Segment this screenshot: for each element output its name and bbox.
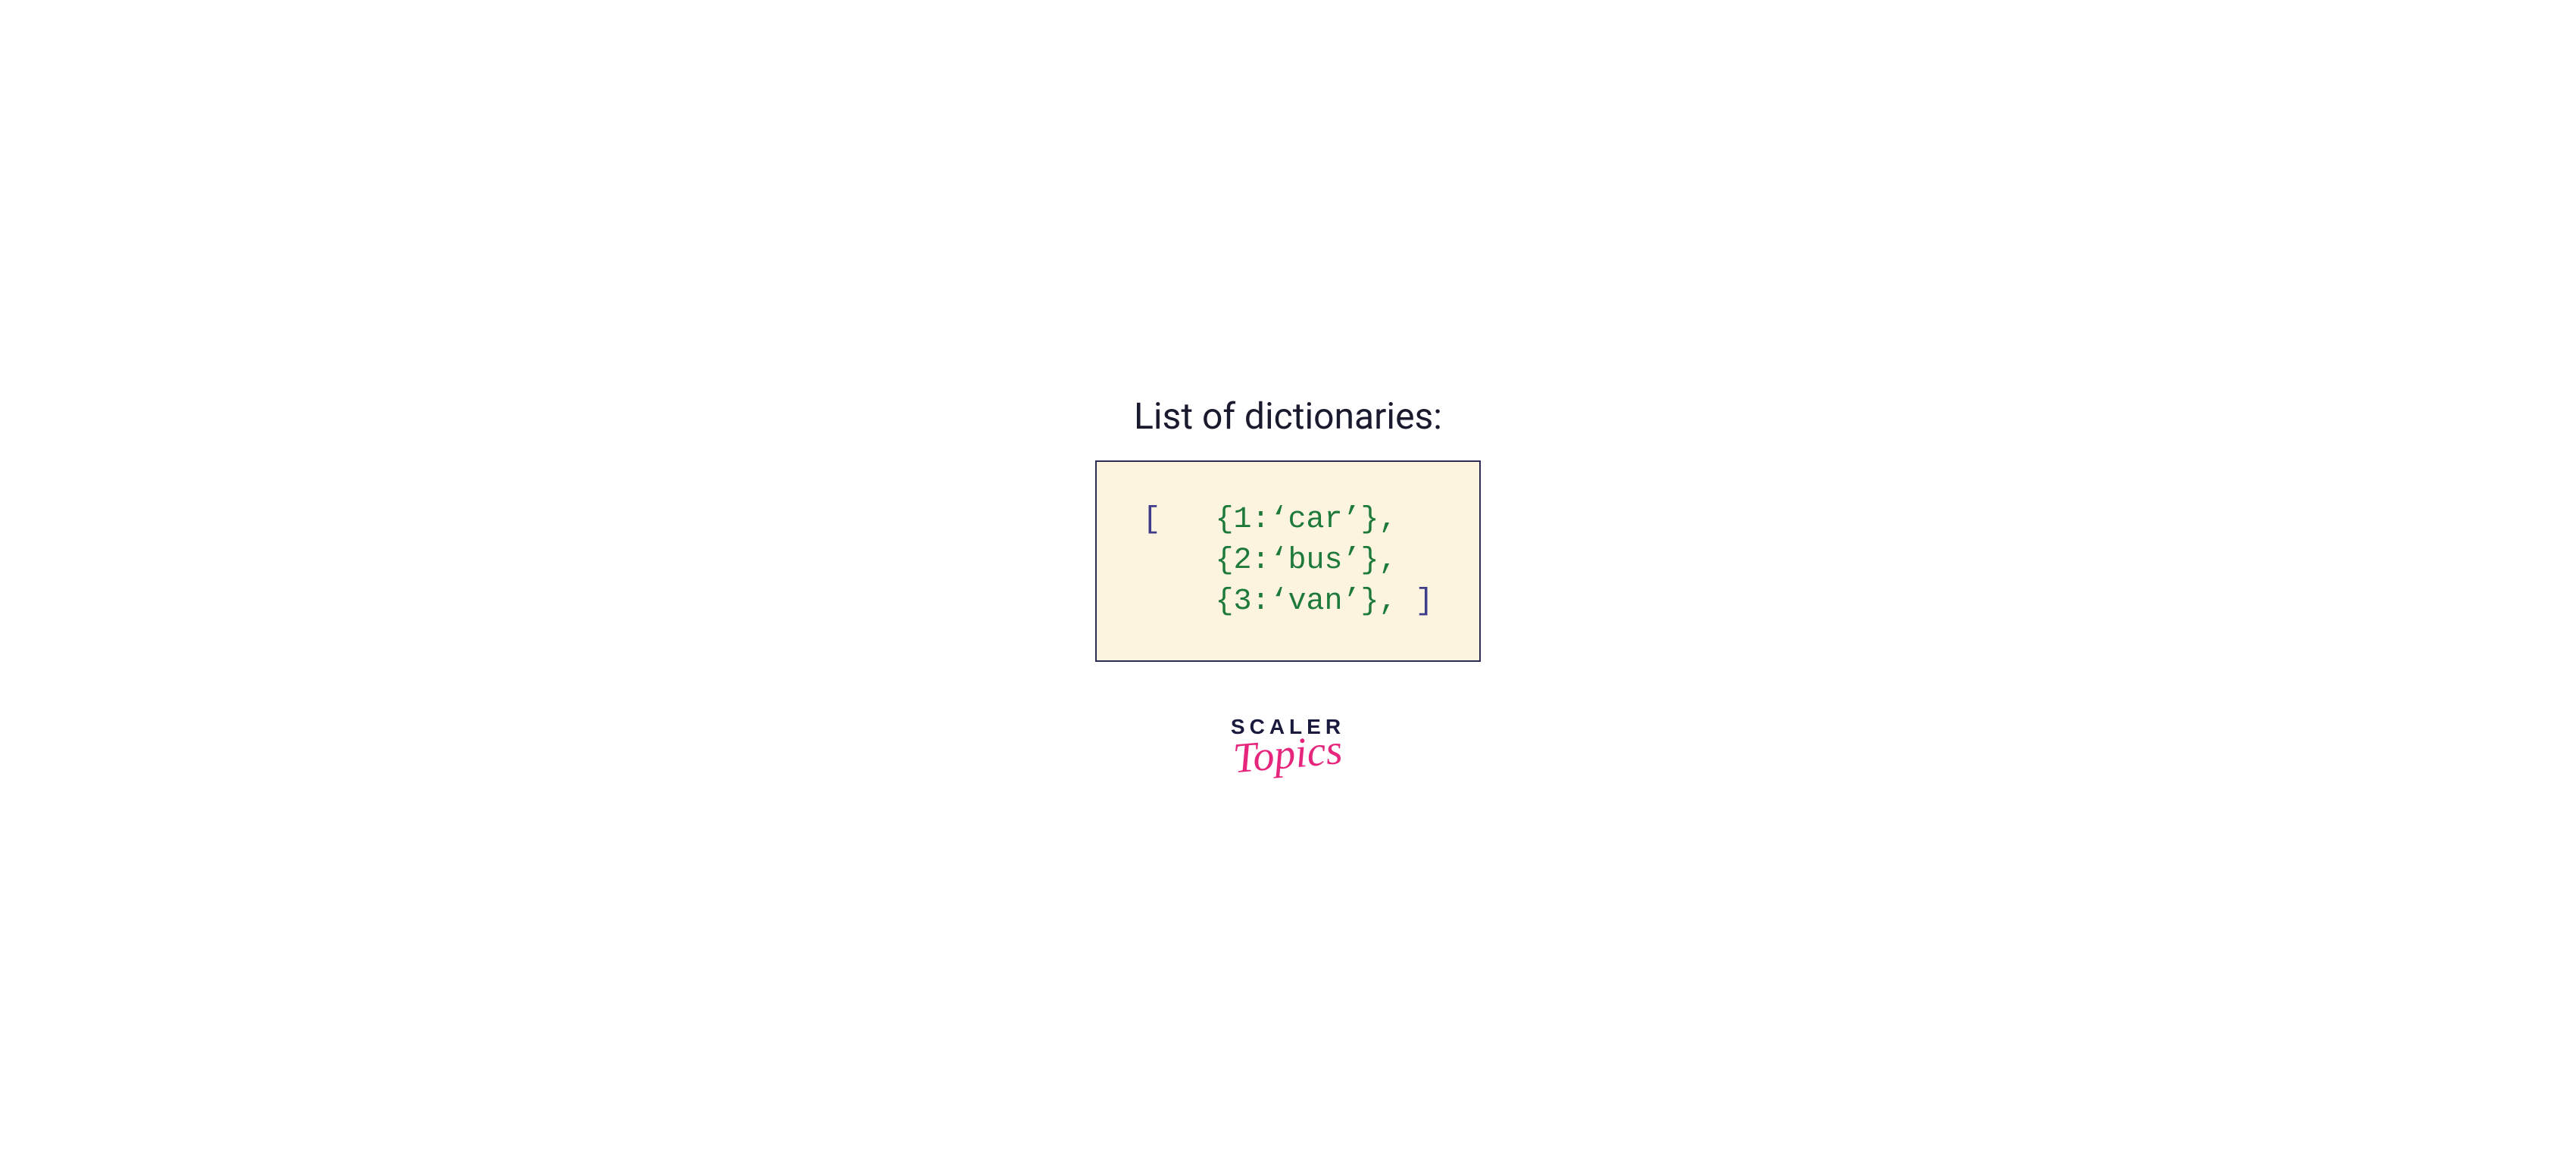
dict-entry-2: {2:‘bus’},: [1215, 544, 1397, 578]
diagram-title: List of dictionaries:: [1134, 395, 1442, 438]
code-line-1: [ {1:‘car’},: [1142, 500, 1433, 541]
scaler-topics-logo: SCALER Topics: [1231, 715, 1345, 778]
open-bracket: [: [1142, 503, 1215, 537]
code-box: [ {1:‘car’}, {2:‘bus’}, {3:‘van’}, ]: [1095, 460, 1480, 662]
dict-entry-3: {3:‘van’},: [1215, 585, 1415, 619]
line-indent-2: [1142, 544, 1215, 578]
dict-entry-1: {1:‘car’},: [1215, 503, 1397, 537]
code-line-3: {3:‘van’}, ]: [1142, 582, 1433, 622]
close-bracket: ]: [1416, 585, 1434, 619]
line-indent-3: [1142, 585, 1215, 619]
content-wrapper: List of dictionaries: [ {1:‘car’}, {2:‘b…: [1095, 395, 1480, 778]
code-line-2: {2:‘bus’},: [1142, 541, 1433, 582]
logo-topics-text: Topics: [1232, 725, 1344, 783]
